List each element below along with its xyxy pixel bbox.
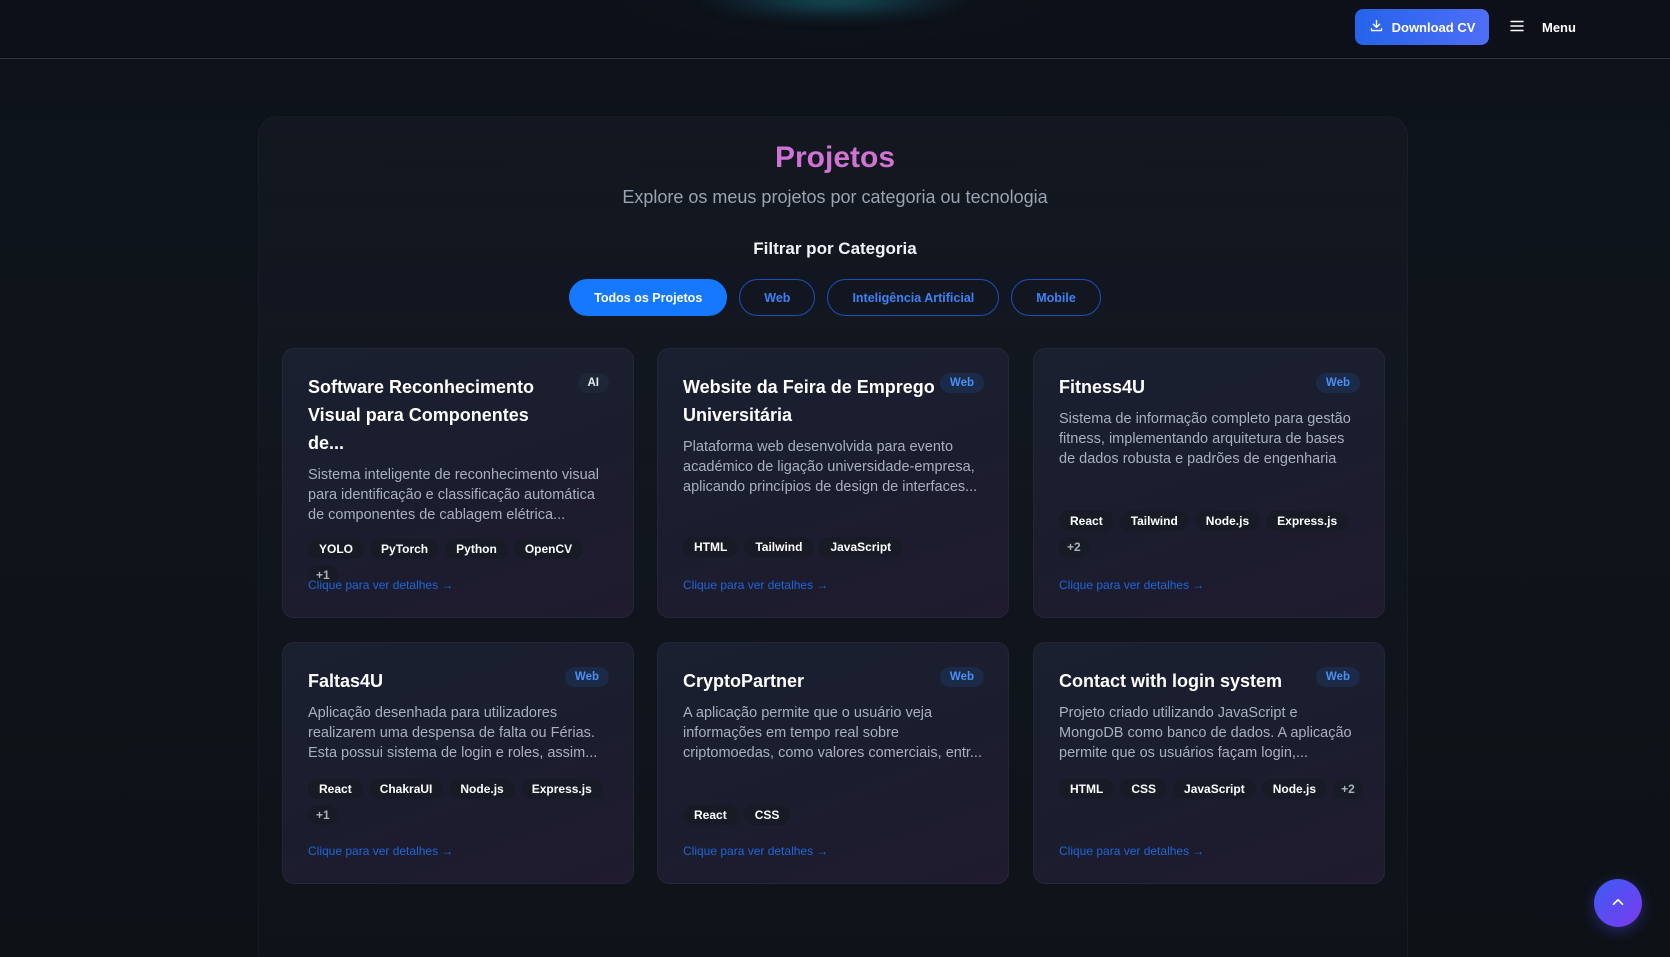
tech-tag: Node.js bbox=[449, 779, 515, 799]
more-tags-count: +1 bbox=[308, 805, 338, 825]
category-badge: AI bbox=[577, 373, 609, 393]
page-title: Projetos bbox=[0, 141, 1670, 175]
tech-tags: HTML Tailwind JavaScript bbox=[683, 537, 988, 557]
tech-tag: OpenCV bbox=[513, 539, 584, 559]
project-description: Projeto criado utilizando JavaScript e M… bbox=[1059, 705, 1352, 761]
download-cv-button[interactable]: Download CV bbox=[1355, 9, 1489, 45]
category-badge: Web bbox=[564, 667, 609, 687]
project-card[interactable]: Faltas4U Web Aplicação desenhada para ut… bbox=[282, 642, 634, 884]
category-badge: Web bbox=[939, 667, 984, 687]
project-card[interactable]: CryptoPartner Web A aplicação permite qu… bbox=[657, 642, 1009, 884]
project-title: Contact with login system bbox=[1059, 671, 1283, 691]
tech-tags: HTML CSS JavaScript Node.js +2 bbox=[1059, 779, 1364, 799]
filter-heading: Filtrar por Categoria bbox=[753, 239, 917, 258]
logo-glow bbox=[700, 0, 970, 20]
tech-tag: HTML bbox=[1059, 779, 1115, 799]
project-card[interactable]: Software Reconhecimento Visual para Comp… bbox=[282, 348, 634, 618]
project-title: Fitness4U bbox=[1059, 377, 1146, 397]
tech-tag: PyTorch bbox=[370, 539, 440, 559]
details-link[interactable]: Clique para ver detalhes → bbox=[308, 578, 453, 592]
project-title: Software Reconhecimento Visual para Comp… bbox=[308, 377, 535, 453]
download-icon bbox=[1369, 18, 1384, 36]
tech-tags: React CSS bbox=[683, 805, 988, 825]
more-tags-count: +2 bbox=[1059, 537, 1089, 557]
tech-tag: React bbox=[308, 779, 363, 799]
project-title: Faltas4U bbox=[308, 671, 384, 691]
download-cv-label: Download CV bbox=[1391, 19, 1476, 35]
project-description: A aplicação permite que o usuário veja i… bbox=[683, 705, 982, 761]
tech-tag: Python bbox=[445, 539, 508, 559]
tech-tags: React Tailwind Node.js Express.js +2 bbox=[1059, 511, 1364, 557]
tech-tag: JavaScript bbox=[819, 537, 903, 557]
category-badge: Web bbox=[1315, 667, 1360, 687]
tech-tag: Node.js bbox=[1261, 779, 1328, 799]
project-description: Aplicação desenhada para utilizadores re… bbox=[308, 705, 598, 761]
page-subtitle: Explore os meus projetos por categoria o… bbox=[622, 187, 1048, 207]
details-link[interactable]: Clique para ver detalhes → bbox=[1059, 844, 1204, 858]
tech-tag: Express.js bbox=[1266, 511, 1349, 531]
project-title: CryptoPartner bbox=[683, 671, 805, 691]
menu-label: Menu bbox=[1542, 19, 1576, 35]
filter-mobile-button[interactable]: Mobile bbox=[1011, 279, 1101, 316]
menu-button[interactable]: Menu bbox=[1508, 14, 1576, 40]
tech-tag: CSS bbox=[743, 805, 791, 825]
tech-tag: React bbox=[1059, 511, 1114, 531]
tech-tags: React ChakraUI Node.js Express.js +1 bbox=[308, 779, 613, 825]
tech-tag: CSS bbox=[1120, 779, 1168, 799]
details-link[interactable]: Clique para ver detalhes → bbox=[683, 578, 828, 592]
tech-tag: JavaScript bbox=[1173, 779, 1256, 799]
filter-ai-button[interactable]: Inteligência Artificial bbox=[827, 279, 1000, 316]
category-badge: Web bbox=[939, 373, 984, 393]
more-tags-count: +2 bbox=[1333, 779, 1363, 799]
filter-all-button[interactable]: Todos os Projetos bbox=[569, 279, 728, 316]
project-description: Sistema de informação completo para gest… bbox=[1059, 411, 1351, 467]
tech-tag: Node.js bbox=[1194, 511, 1261, 531]
category-filters: Todos os Projetos Web Inteligência Artif… bbox=[0, 279, 1670, 316]
project-title: Website da Feira de Emprego Universitári… bbox=[683, 377, 935, 425]
tech-tag: HTML bbox=[683, 537, 739, 557]
tech-tag: ChakraUI bbox=[368, 779, 444, 799]
details-link[interactable]: Clique para ver detalhes → bbox=[1059, 578, 1204, 592]
project-description: Plataforma web desenvolvida para evento … bbox=[683, 439, 978, 495]
filter-web-button[interactable]: Web bbox=[739, 279, 816, 316]
tech-tag: YOLO bbox=[308, 539, 365, 559]
details-link[interactable]: Clique para ver detalhes → bbox=[308, 844, 453, 858]
hamburger-icon bbox=[1508, 17, 1526, 38]
chevron-up-icon bbox=[1609, 893, 1627, 914]
details-link[interactable]: Clique para ver detalhes → bbox=[683, 844, 828, 858]
tech-tag: Tailwind bbox=[744, 537, 814, 557]
scroll-to-top-button[interactable] bbox=[1594, 879, 1642, 927]
project-card[interactable]: Website da Feira de Emprego Universitári… bbox=[657, 348, 1009, 618]
project-description: Sistema inteligente de reconhecimento vi… bbox=[308, 467, 599, 523]
project-card[interactable]: Contact with login system Web Projeto cr… bbox=[1033, 642, 1385, 884]
tech-tag: Express.js bbox=[520, 779, 603, 799]
project-card[interactable]: Fitness4U Web Sistema de informação comp… bbox=[1033, 348, 1385, 618]
top-navbar: Download CV Menu bbox=[0, 0, 1670, 59]
tech-tag: React bbox=[683, 805, 738, 825]
category-badge: Web bbox=[1315, 373, 1360, 393]
tech-tag: Tailwind bbox=[1119, 511, 1189, 531]
